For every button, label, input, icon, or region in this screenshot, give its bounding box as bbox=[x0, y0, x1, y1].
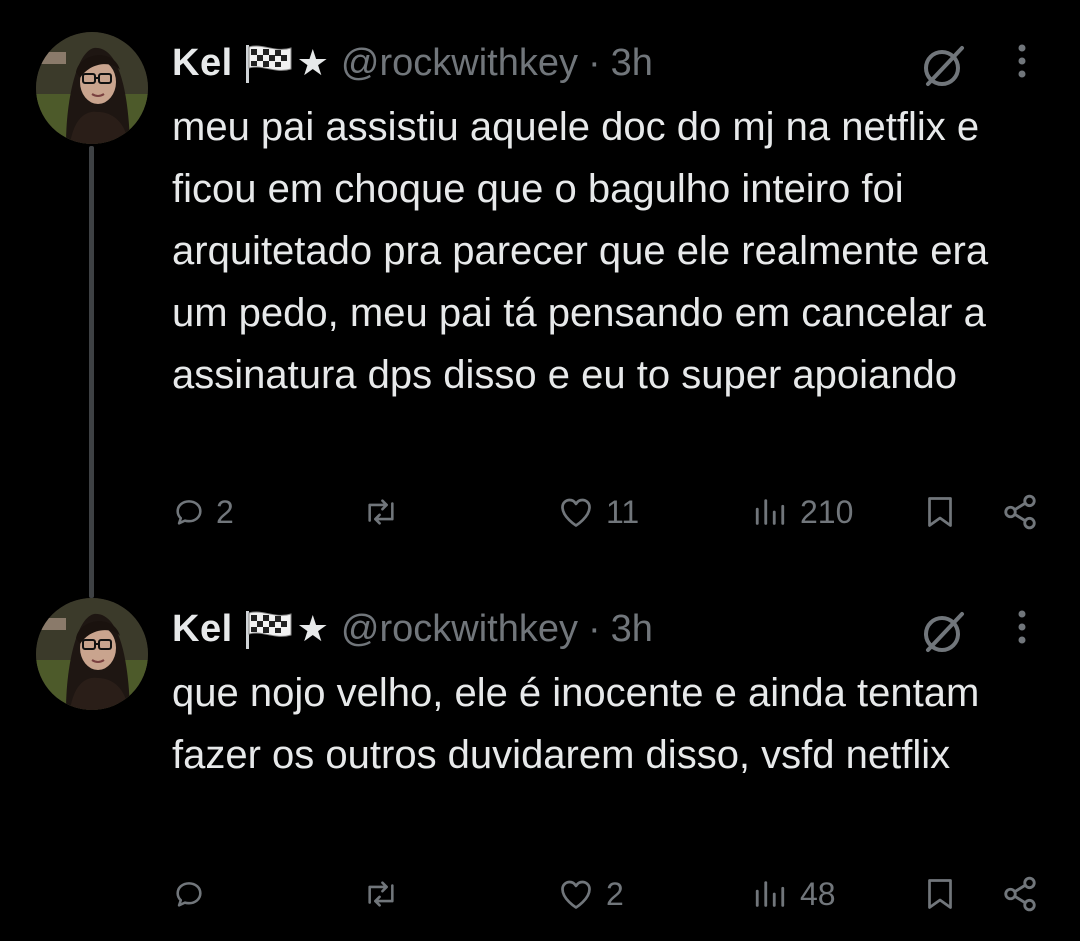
checkered-flag-icon bbox=[243, 43, 295, 83]
bookmark-button[interactable] bbox=[922, 484, 958, 540]
star-symbol: ★ bbox=[296, 42, 329, 83]
action-bar: 2 48 bbox=[0, 866, 1080, 922]
grok-icon[interactable] bbox=[918, 606, 970, 658]
reply-count: 2 bbox=[216, 493, 234, 530]
views-icon bbox=[750, 877, 790, 911]
tweet-header: Kel ★ @rockwithkey · 3h bbox=[172, 38, 653, 88]
reply-button[interactable] bbox=[172, 866, 216, 922]
separator-dot: · bbox=[588, 607, 601, 650]
timestamp[interactable]: 3h bbox=[611, 608, 653, 651]
reply-icon bbox=[172, 877, 206, 911]
tweet[interactable]: Kel ★ @rockwithkey · 3h bbox=[0, 590, 1080, 941]
action-bar: 2 11 210 bbox=[0, 484, 1080, 540]
star-symbol: ★ bbox=[296, 608, 329, 649]
like-button[interactable]: 2 bbox=[556, 866, 624, 922]
grok-icon[interactable] bbox=[918, 40, 970, 92]
separator-dot: · bbox=[588, 41, 601, 84]
share-icon bbox=[1000, 493, 1040, 531]
share-icon bbox=[1000, 875, 1040, 913]
like-count: 11 bbox=[606, 493, 640, 530]
more-vertical-icon[interactable] bbox=[1004, 606, 1040, 650]
reply-icon bbox=[172, 495, 206, 529]
more-vertical-icon[interactable] bbox=[1004, 40, 1040, 84]
tweet[interactable]: Kel ★ @rockwithkey · 3h bbox=[0, 0, 1080, 598]
handle[interactable]: @rockwithkey bbox=[341, 42, 578, 85]
like-icon bbox=[556, 494, 596, 530]
views-button[interactable]: 210 bbox=[750, 484, 853, 540]
like-count: 2 bbox=[606, 875, 624, 912]
repost-icon bbox=[360, 877, 402, 911]
tweet-text: meu pai assistiu aquele doc do mj na net… bbox=[172, 105, 989, 397]
like-icon bbox=[556, 876, 596, 912]
repost-button[interactable] bbox=[360, 484, 412, 540]
like-button[interactable]: 11 bbox=[556, 484, 639, 540]
reply-button[interactable]: 2 bbox=[172, 484, 234, 540]
views-icon bbox=[750, 495, 790, 529]
views-count: 210 bbox=[800, 493, 854, 530]
bookmark-icon bbox=[922, 493, 958, 531]
repost-button[interactable] bbox=[360, 866, 412, 922]
avatar[interactable] bbox=[36, 598, 148, 710]
share-button[interactable] bbox=[1000, 866, 1040, 922]
share-button[interactable] bbox=[1000, 484, 1040, 540]
bookmark-icon bbox=[922, 875, 958, 913]
timestamp[interactable]: 3h bbox=[611, 42, 653, 85]
display-name[interactable]: Kel bbox=[172, 608, 233, 651]
views-count: 48 bbox=[800, 875, 836, 912]
bookmark-button[interactable] bbox=[922, 866, 958, 922]
handle[interactable]: @rockwithkey bbox=[341, 608, 578, 651]
avatar[interactable] bbox=[36, 32, 148, 144]
tweet-header: Kel ★ @rockwithkey · 3h bbox=[172, 604, 653, 654]
tweet-text: que nojo velho, ele é inocente e ainda t… bbox=[172, 671, 980, 777]
views-button[interactable]: 48 bbox=[750, 866, 836, 922]
repost-icon bbox=[360, 495, 402, 529]
checkered-flag-icon bbox=[243, 609, 295, 649]
display-name[interactable]: Kel bbox=[172, 42, 233, 85]
